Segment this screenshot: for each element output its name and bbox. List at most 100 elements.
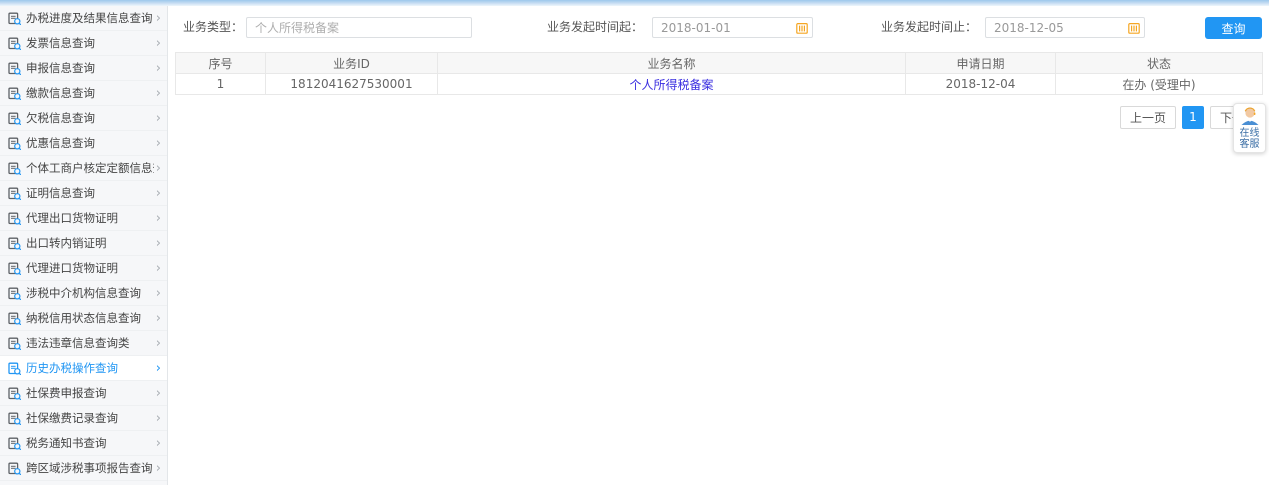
sidebar-item-label: 代理进口货物证明: [26, 260, 118, 276]
sidebar-item-label: 个体工商户核定定额信息查询: [26, 160, 154, 176]
service-label-line1: 在线: [1240, 128, 1260, 139]
tax-agency-icon: [8, 287, 21, 300]
chevron-right-icon: ›: [154, 337, 161, 350]
social-declare-icon: [8, 387, 21, 400]
sidebar-item-17[interactable]: 税务通知书查询 ›: [0, 431, 167, 456]
social-payment-icon: [8, 412, 21, 425]
column-header: 业务ID: [266, 53, 438, 74]
sidebar-item-8[interactable]: 代理出口货物证明 ›: [0, 206, 167, 231]
column-header: 业务名称: [438, 53, 906, 74]
sidebar-item-label: 缴款信息查询: [26, 85, 95, 101]
tax-arrears-icon: [8, 112, 21, 125]
date-to-label: 业务发起时间止：: [823, 17, 977, 38]
search-form: 业务类型： 业务发起时间起： 业务发起时间止：: [168, 6, 1269, 52]
sidebar-item-16[interactable]: 社保缴费记录查询 ›: [0, 406, 167, 431]
sidebar-item-label: 出口转内销证明: [26, 235, 107, 251]
payment-info-icon: [8, 87, 21, 100]
chevron-right-icon: ›: [154, 362, 161, 375]
sidebar-item-7[interactable]: 证明信息查询 ›: [0, 181, 167, 206]
column-header: 序号: [176, 53, 266, 74]
sidebar-item-label: 证明信息查询: [26, 185, 95, 201]
chevron-right-icon: ›: [154, 212, 161, 225]
page: 办税进度及结果信息查询 › 发票信息查询 ›: [0, 0, 1269, 485]
tax-credit-icon: [8, 312, 21, 325]
current-page[interactable]: 1: [1182, 106, 1204, 129]
prev-page-button[interactable]: 上一页: [1120, 106, 1176, 129]
calendar-icon[interactable]: [796, 22, 808, 34]
preference-info-icon: [8, 137, 21, 150]
sidebar-item-10[interactable]: 代理进口货物证明 ›: [0, 256, 167, 281]
table-row: 11812041627530001个人所得税备案2018-12-04在办 (受理…: [176, 74, 1263, 95]
table-body: 11812041627530001个人所得税备案2018-12-04在办 (受理…: [176, 74, 1263, 95]
cell-business_id: 1812041627530001: [266, 74, 438, 95]
chevron-right-icon: ›: [154, 137, 161, 150]
export-domestic-icon: [8, 237, 21, 250]
sidebar-item-15[interactable]: 社保费申报查询 ›: [0, 381, 167, 406]
cell-apply_date: 2018-12-04: [906, 74, 1056, 95]
business-name-link[interactable]: 个人所得税备案: [629, 78, 713, 92]
online-service-widget[interactable]: 在线 客服: [1233, 103, 1266, 153]
sidebar-item-label: 税务通知书查询: [26, 435, 107, 451]
chevron-right-icon: ›: [154, 112, 161, 125]
sidebar-item-label: 发票信息查询: [26, 35, 95, 51]
chevron-right-icon: ›: [154, 387, 161, 400]
date-from-label: 业务发起时间起：: [488, 17, 643, 38]
calendar-icon[interactable]: [1128, 22, 1140, 34]
chevron-right-icon: ›: [154, 437, 161, 450]
sidebar-item-label: 跨区域涉税事项报告查询: [26, 460, 153, 476]
results-table: 序号业务ID业务名称申请日期状态 11812041627530001 个人所得税备…: [175, 52, 1263, 95]
date-to-field: [985, 17, 1145, 38]
sidebar-item-label: 代理出口货物证明: [26, 210, 118, 226]
sidebar-item-5[interactable]: 优惠信息查询 ›: [0, 131, 167, 156]
business-type-input[interactable]: [246, 17, 472, 38]
sidebar-item-0[interactable]: 办税进度及结果信息查询 ›: [0, 6, 167, 31]
column-header: 状态: [1056, 53, 1263, 74]
chevron-right-icon: ›: [154, 62, 161, 75]
sidebar-item-label: 历史办税操作查询: [26, 360, 118, 376]
cross-region-icon: [8, 462, 21, 475]
chevron-right-icon: ›: [154, 262, 161, 275]
import-agency-icon: [8, 262, 21, 275]
tax-notice-icon: [8, 437, 21, 450]
sidebar-item-1[interactable]: 发票信息查询 ›: [0, 31, 167, 56]
sidebar-item-label: 社保缴费记录查询: [26, 410, 118, 426]
chevron-right-icon: ›: [154, 462, 161, 475]
sidebar-item-4[interactable]: 欠税信息查询 ›: [0, 106, 167, 131]
sidebar-item-12[interactable]: 纳税信用状态信息查询 ›: [0, 306, 167, 331]
sidebar-item-18[interactable]: 跨区域涉税事项报告查询 ›: [0, 456, 167, 481]
table-header-row: 序号业务ID业务名称申请日期状态: [176, 53, 1263, 74]
date-from-input[interactable]: [661, 21, 796, 35]
main-content: 业务类型： 业务发起时间起： 业务发起时间止：: [168, 6, 1269, 485]
sidebar-item-label: 社保费申报查询: [26, 385, 107, 401]
sidebar-item-label: 办税进度及结果信息查询: [26, 10, 153, 26]
sidebar-item-2[interactable]: 申报信息查询 ›: [0, 56, 167, 81]
cell-index: 1: [176, 74, 266, 95]
chevron-right-icon: ›: [154, 237, 161, 250]
column-header: 申请日期: [906, 53, 1056, 74]
chevron-right-icon: ›: [154, 87, 161, 100]
sidebar-item-13[interactable]: 违法违章信息查询类 ›: [0, 331, 167, 356]
sidebar-item-14[interactable]: 历史办税操作查询 ›: [0, 356, 167, 381]
sidebar-item-label: 申报信息查询: [26, 60, 95, 76]
service-agent-icon: [1239, 106, 1261, 128]
chevron-right-icon: ›: [154, 187, 161, 200]
sidebar-item-6[interactable]: 个体工商户核定定额信息查询 ›: [0, 156, 167, 181]
sidebar-item-11[interactable]: 涉税中介机构信息查询 ›: [0, 281, 167, 306]
chevron-right-icon: ›: [154, 12, 161, 25]
date-to-input[interactable]: [994, 21, 1128, 35]
chevron-right-icon: ›: [154, 412, 161, 425]
sidebar-item-label: 违法违章信息查询类: [26, 335, 130, 351]
sidebar-item-9[interactable]: 出口转内销证明 ›: [0, 231, 167, 256]
invoice-info-icon: [8, 37, 21, 50]
sidebar-item-3[interactable]: 缴款信息查询 ›: [0, 81, 167, 106]
chevron-right-icon: ›: [154, 287, 161, 300]
declaration-info-icon: [8, 62, 21, 75]
query-button[interactable]: 查询: [1205, 17, 1262, 39]
quota-info-icon: [8, 162, 21, 175]
export-agency-icon: [8, 212, 21, 225]
chevron-right-icon: ›: [154, 162, 161, 175]
sidebar-item-label: 纳税信用状态信息查询: [26, 310, 141, 326]
history-operation-icon: [8, 362, 21, 375]
chevron-right-icon: ›: [154, 37, 161, 50]
violation-info-icon: [8, 337, 21, 350]
